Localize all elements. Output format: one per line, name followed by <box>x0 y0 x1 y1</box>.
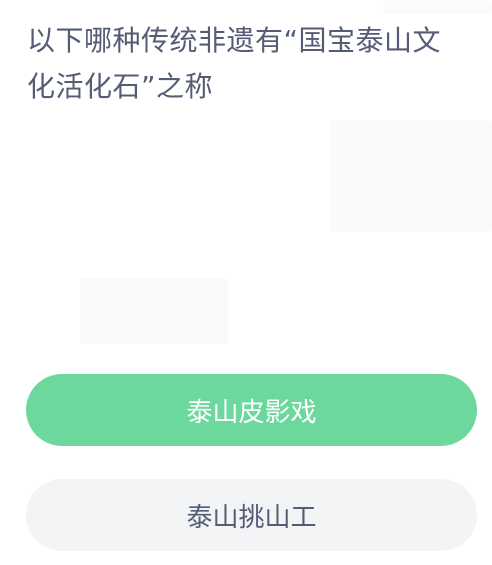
question-text: 以下哪种传统非遗有“国宝泰山文化活化石”之称 <box>27 24 442 103</box>
option-label: 泰山皮影戏 <box>186 397 317 428</box>
option-button-2[interactable]: 泰山挑山工 <box>26 479 477 551</box>
option-label: 泰山挑山工 <box>186 502 317 533</box>
background-watermark <box>330 120 492 232</box>
background-watermark <box>383 0 492 14</box>
background-watermark <box>80 278 228 344</box>
quiz-card: 以下哪种传统非遗有“国宝泰山文化活化石”之称 泰山皮影戏 泰山挑山工 <box>0 0 492 565</box>
option-button-1[interactable]: 泰山皮影戏 <box>26 374 477 446</box>
